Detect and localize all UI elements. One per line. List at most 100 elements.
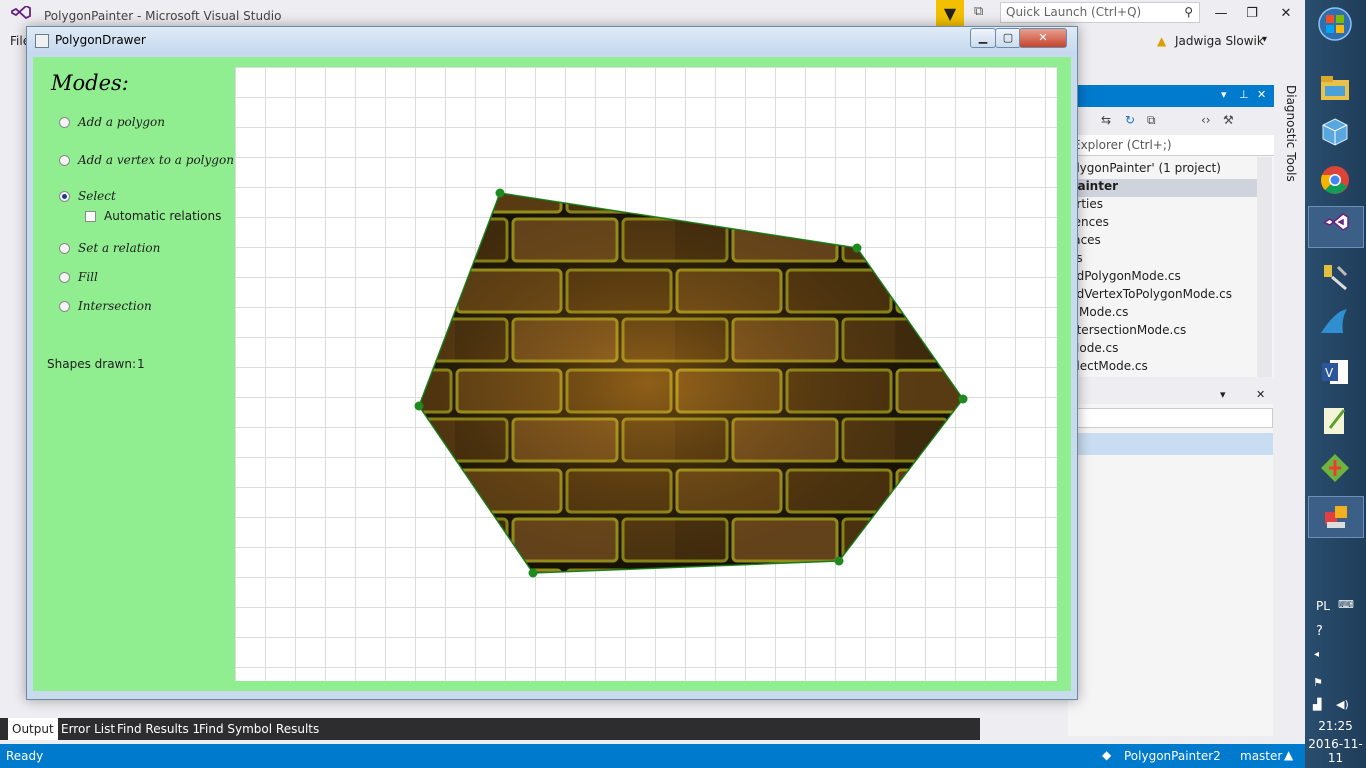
clock-time[interactable]: 21:25 [1305,719,1366,733]
windows-start-icon[interactable] [1308,4,1362,44]
form-titlebar[interactable]: PolygonDrawer ▁ ▢ ✕ [27,27,1077,55]
network-icon[interactable]: ▟ [1313,698,1321,711]
file-explorer-icon[interactable] [1308,68,1362,108]
solution-scrollbar[interactable] [1257,157,1272,377]
form-app-icon [35,34,49,48]
close-icon[interactable]: ✕ [1257,88,1266,101]
tab-output[interactable]: Output [8,718,58,740]
form-minimize-button[interactable]: ▁ [970,28,996,48]
solution-item[interactable]: Painter [1069,179,1259,197]
radio-button-selected[interactable] [59,190,70,202]
polygon-vertex[interactable] [495,188,505,198]
solution-item[interactable]: ntersectionMode.cs [1069,323,1259,341]
notepad-plus-icon[interactable] [1308,400,1362,440]
vs-close-button[interactable]: ✕ [1274,6,1298,22]
keyboard-icon[interactable]: ⌨ [1338,598,1354,611]
vs-restore-button[interactable]: ❐ [1240,6,1264,22]
language-indicator[interactable]: PL [1316,599,1330,613]
vs-user-name[interactable]: Jadwiga Slowik [1175,34,1264,48]
radio-button[interactable] [59,242,70,254]
quick-launch-input[interactable]: Quick Launch (Ctrl+Q) ⚲ [1000,2,1200,23]
refresh-icon[interactable]: ↻ [1125,113,1135,127]
status-branch[interactable]: master [1240,749,1282,763]
mode-radio-add-vertex[interactable]: Add a vertex to a polygon [59,151,234,169]
vs-window-title: PolygonPainter - Microsoft Visual Studio [44,9,282,23]
form-close-button[interactable]: ✕ [1019,28,1067,48]
polygon-vertex[interactable] [414,401,424,411]
mode-label: Add a polygon [78,115,165,129]
drawing-canvas[interactable] [235,67,1057,681]
branch-up-icon[interactable]: ▲ [1284,748,1293,762]
shapes-drawn-count: 1 [137,357,145,371]
radio-button[interactable] [59,300,70,312]
tab-find-results-1[interactable]: Find Results 1 [113,718,204,740]
svg-text:V: V [1325,366,1334,380]
visual-studio-logo-icon [11,6,31,20]
shark-app-icon[interactable] [1308,302,1362,342]
visual-studio-taskbar-icon[interactable] [1308,206,1364,248]
help-icon[interactable]: ? [1316,624,1323,639]
radio-button[interactable] [59,154,70,166]
solution-explorer-header: ▾ ⊥ ✕ [1069,85,1274,107]
solution-item[interactable]: olygonPainter' (1 project) [1069,161,1259,179]
properties-wrench-icon[interactable]: ⚒ [1223,113,1234,127]
tab-error-list[interactable]: Error List [57,718,119,740]
panel-menu-icon[interactable]: ▾ [1220,388,1226,401]
status-project[interactable]: PolygonPainter2 [1124,749,1221,763]
checkbox-box[interactable] [85,210,96,222]
polygon-shading [419,193,963,573]
solution-item[interactable]: Mode.cs [1069,341,1259,359]
remote-app-icon[interactable] [1308,496,1364,538]
visio-icon[interactable]: V [1308,352,1362,392]
tools-icon[interactable] [1308,256,1362,296]
radio-button[interactable] [59,116,70,128]
solution-item[interactable]: illMode.cs [1069,305,1259,323]
polygon-vertex[interactable] [834,556,844,566]
mode-label: Fill [78,270,98,284]
automatic-relations-checkbox[interactable]: Automatic relations [85,209,221,223]
shapes-drawn-label: Shapes drawn: [47,357,137,371]
chrome-icon[interactable] [1308,160,1362,200]
collapse-icon[interactable]: ⧉ [1147,113,1156,128]
volume-icon[interactable]: ◀) [1336,698,1349,711]
sync-icon[interactable]: ⇆ [1101,113,1111,127]
solution-item[interactable]: es [1069,251,1259,269]
solution-item[interactable]: ddPolygonMode.cs [1069,269,1259,287]
solution-item[interactable]: rences [1069,215,1259,233]
vs-minimize-button[interactable]: — [1209,6,1233,22]
form-maximize-button[interactable]: ▢ [995,28,1021,48]
pin-icon[interactable]: ⊥ [1239,88,1249,101]
panel-menu-icon[interactable]: ▾ [1221,88,1227,101]
mode-radio-add-polygon[interactable]: Add a polygon [59,113,165,131]
solution-item[interactable]: ddVertexToPolygonMode.cs [1069,287,1259,305]
diagnostic-tools-tab[interactable]: Diagnostic Tools [1278,85,1298,185]
properties-object-select[interactable] [1068,408,1273,428]
git-extensions-icon[interactable] [1308,448,1362,488]
feedback-filter-icon[interactable]: ▼ [936,0,964,26]
mode-radio-set-relation[interactable]: Set a relation [59,239,160,257]
automatic-relations-label: Automatic relations [104,209,222,223]
flag-icon[interactable]: ⚑ [1313,676,1323,689]
solution-item[interactable]: erties [1069,197,1259,215]
polygon-drawing[interactable] [235,67,1057,681]
mode-radio-fill[interactable]: Fill [59,268,98,286]
tab-find-symbol-results[interactable]: Find Symbol Results [195,718,323,740]
solution-search-input[interactable]: Explorer (Ctrl+;) [1069,135,1274,156]
user-dropdown-icon[interactable]: ▾ [1262,34,1267,45]
polygon-vertex[interactable] [528,568,538,578]
notifications-icon[interactable]: ⧉ [974,4,992,22]
radio-button[interactable] [59,271,70,283]
app-cube-icon[interactable] [1308,112,1362,152]
mode-radio-select[interactable]: Select [59,187,116,205]
mode-radio-intersection[interactable]: Intersection [59,297,152,315]
polygon-vertex[interactable] [852,243,862,253]
view-code-icon[interactable]: ‹› [1201,113,1211,127]
show-hidden-icons-icon[interactable]: ◂ [1314,649,1319,660]
properties-selected-row [1068,433,1273,455]
polygon-vertex[interactable] [958,394,968,404]
solution-item[interactable]: electMode.cs [1069,359,1259,377]
close-icon[interactable]: ✕ [1256,388,1265,401]
clock-date[interactable]: 2016-11-11 [1305,737,1366,765]
mode-label: Add a vertex to a polygon [78,153,234,167]
solution-item[interactable]: faces [1069,233,1259,251]
